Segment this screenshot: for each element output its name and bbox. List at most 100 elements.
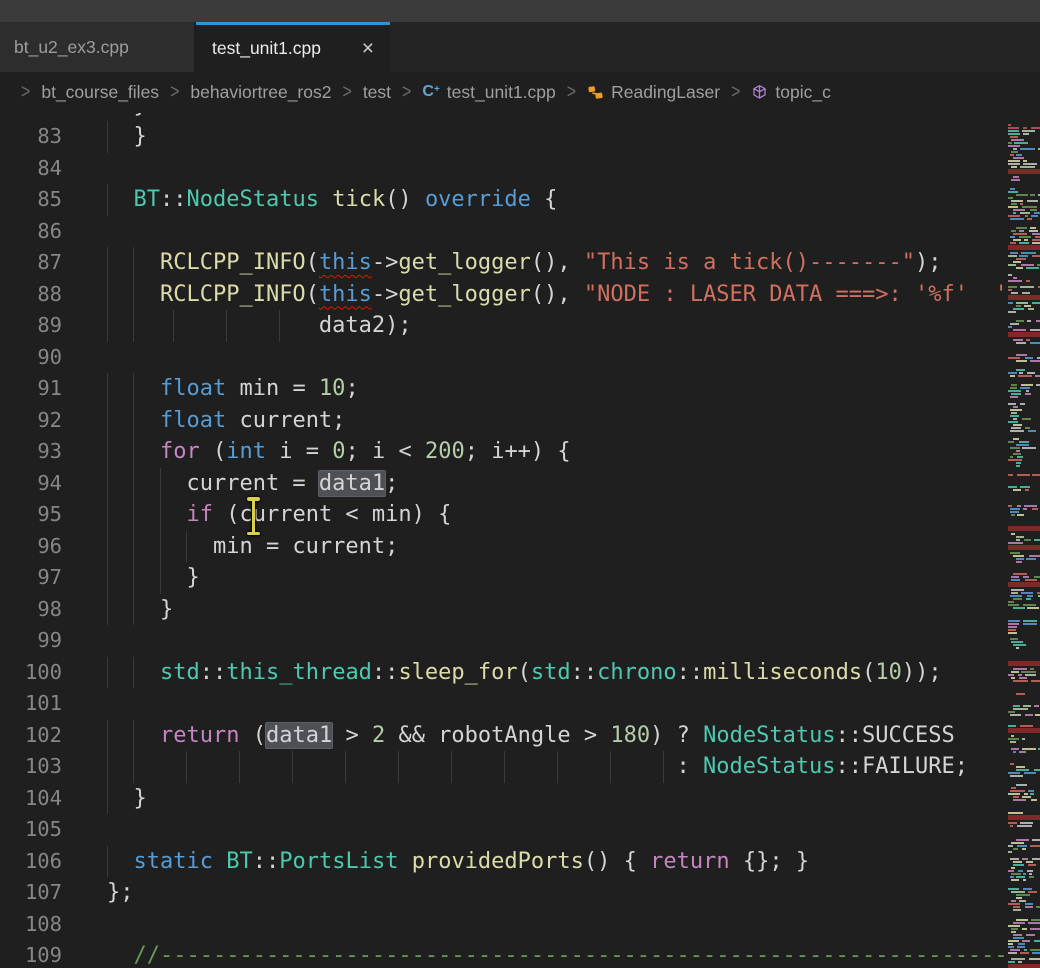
- breadcrumb-item-behaviortree_ros2[interactable]: behaviortree_ros2: [190, 82, 331, 103]
- breadcrumb-item-test_unit1[interactable]: C+ test_unit1.cpp: [422, 82, 555, 103]
- breadcrumb-item-test[interactable]: test: [363, 82, 391, 103]
- line-number[interactable]: 95: [0, 499, 62, 531]
- breadcrumb-item-bt_course_files[interactable]: bt_course_files: [41, 82, 159, 103]
- breadcrumb-item-readinglaser[interactable]: ReadingLaser: [587, 82, 720, 103]
- code-line[interactable]: 95 if (current < min) {: [0, 499, 1008, 531]
- indent-guide: [133, 720, 134, 752]
- indent-guide: [160, 562, 161, 594]
- chevron-right-icon: >: [170, 81, 179, 104]
- code-line[interactable]: 102 return (data1 > 2 && robotAngle > 18…: [0, 720, 1008, 752]
- line-number[interactable]: 91: [0, 373, 62, 405]
- code-line[interactable]: 98 }: [0, 594, 1008, 626]
- code-line[interactable]: 89 data2);: [0, 310, 1008, 342]
- indent-guide: [226, 310, 227, 342]
- code-line[interactable]: 108: [0, 909, 1008, 941]
- indent-guide: [107, 184, 108, 216]
- indent-guide: [107, 657, 108, 689]
- code-line[interactable]: 103 : NodeStatus::FAILURE;: [0, 751, 1008, 783]
- indent-guide: [107, 720, 108, 752]
- indent-guide: [107, 121, 108, 153]
- indent-guide: [663, 751, 664, 783]
- code-line[interactable]: 101: [0, 688, 1008, 720]
- code-line[interactable]: 87 RCLCPP_INFO(this->get_logger(), "This…: [0, 247, 1008, 279]
- breadcrumb-item-topic[interactable]: topic_c: [751, 82, 830, 103]
- minimap[interactable]: [1008, 113, 1040, 968]
- line-number[interactable]: 83: [0, 121, 62, 153]
- cpp-file-icon: C+: [422, 83, 439, 101]
- line-number[interactable]: 92: [0, 405, 62, 437]
- line-number[interactable]: 94: [0, 468, 62, 500]
- code-line[interactable]: 104 }: [0, 783, 1008, 815]
- indent-guide: [107, 436, 108, 468]
- line-number[interactable]: 97: [0, 562, 62, 594]
- code-text: }: [107, 562, 200, 594]
- code-text: for (int i = 0; i < 200; i++) {: [107, 436, 571, 468]
- code-text: float min = 10;: [107, 373, 359, 405]
- close-icon[interactable]: ×: [358, 36, 378, 61]
- code-lines: }83 }8485 BT::NodeStatus tick() override…: [0, 113, 1008, 968]
- line-number[interactable]: 89: [0, 310, 62, 342]
- class-icon: [587, 84, 604, 101]
- code-line[interactable]: 100 std::this_thread::sleep_for(std::chr…: [0, 657, 1008, 689]
- code-line[interactable]: 91 float min = 10;: [0, 373, 1008, 405]
- indent-guide: [160, 531, 161, 563]
- code-line[interactable]: 99: [0, 625, 1008, 657]
- line-number[interactable]: 108: [0, 909, 62, 941]
- code-line[interactable]: 90: [0, 342, 1008, 374]
- indent-guide: [133, 373, 134, 405]
- code-text: }: [107, 594, 173, 626]
- indent-guide: [133, 310, 134, 342]
- line-number[interactable]: 106: [0, 846, 62, 878]
- line-number[interactable]: 109: [0, 940, 62, 968]
- line-number[interactable]: 90: [0, 342, 62, 374]
- indent-guide: [107, 310, 108, 342]
- code-line[interactable]: 84: [0, 153, 1008, 185]
- breadcrumb: > bt_course_files > behaviortree_ros2 > …: [0, 72, 1040, 113]
- line-number[interactable]: 85: [0, 184, 62, 216]
- line-number[interactable]: 103: [0, 751, 62, 783]
- line-number[interactable]: 100: [0, 657, 62, 689]
- indent-guide: [107, 846, 108, 878]
- code-text: if (current < min) {: [107, 499, 451, 531]
- code-line[interactable]: 106 static BT::PortsList providedPorts()…: [0, 846, 1008, 878]
- code-text: data2);: [107, 310, 412, 342]
- code-line[interactable]: 94 current = data1;: [0, 468, 1008, 500]
- code-line[interactable]: 107};: [0, 877, 1008, 909]
- code-line[interactable]: 86: [0, 216, 1008, 248]
- line-number[interactable]: 96: [0, 531, 62, 563]
- code-line[interactable]: 85 BT::NodeStatus tick() override {: [0, 184, 1008, 216]
- line-number[interactable]: 102: [0, 720, 62, 752]
- line-number[interactable]: 107: [0, 877, 62, 909]
- code-line[interactable]: 97 }: [0, 562, 1008, 594]
- code-line[interactable]: 96 min = current;: [0, 531, 1008, 563]
- indent-guide: [279, 310, 280, 342]
- line-number[interactable]: 93: [0, 436, 62, 468]
- code-line[interactable]: 92 float current;: [0, 405, 1008, 437]
- code-text: RCLCPP_INFO(this->get_logger(), "NODE : …: [107, 279, 1008, 311]
- indent-guide: [133, 657, 134, 689]
- code-line[interactable]: 83 }: [0, 121, 1008, 153]
- tab-bt_u2_ex3[interactable]: bt_u2_ex3.cpp: [0, 22, 196, 72]
- line-number[interactable]: 101: [0, 688, 62, 720]
- chevron-right-icon: >: [402, 81, 411, 104]
- tab-test_unit1[interactable]: test_unit1.cpp ×: [196, 22, 390, 72]
- line-number[interactable]: 105: [0, 814, 62, 846]
- line-number[interactable]: 87: [0, 247, 62, 279]
- code-line[interactable]: 105: [0, 814, 1008, 846]
- line-number[interactable]: 99: [0, 625, 62, 657]
- tab-label: bt_u2_ex3.cpp: [14, 37, 129, 58]
- line-number[interactable]: 84: [0, 153, 62, 185]
- code-line[interactable]: 88 RCLCPP_INFO(this->get_logger(), "NODE…: [0, 279, 1008, 311]
- indent-guide: [557, 751, 558, 783]
- code-line[interactable]: 109 //----------------------------------…: [0, 940, 1008, 968]
- line-number[interactable]: 98: [0, 594, 62, 626]
- indent-guide: [610, 751, 611, 783]
- indent-guide: [133, 751, 134, 783]
- line-number[interactable]: 86: [0, 216, 62, 248]
- code-line[interactable]: 93 for (int i = 0; i < 200; i++) {: [0, 436, 1008, 468]
- indent-guide: [398, 751, 399, 783]
- chevron-right-icon: >: [731, 81, 740, 104]
- indent-guide: [107, 499, 108, 531]
- line-number[interactable]: 104: [0, 783, 62, 815]
- line-number[interactable]: 88: [0, 279, 62, 311]
